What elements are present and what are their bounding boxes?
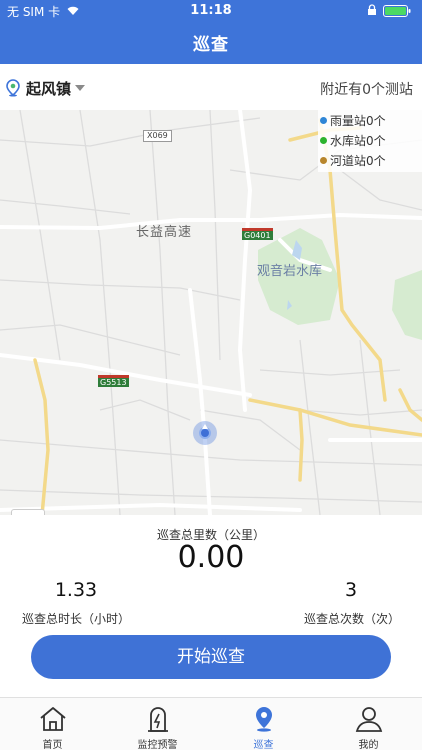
reservoir-label: 观音岩水库 [257,264,323,279]
reservoir-station-dot [320,137,327,144]
patrol-stats: 巡查总里数（公里） 0.00 1.33 巡查总时长（小时） 3 巡查总次数（次）… [0,515,422,697]
alert-monitor-icon [148,707,168,732]
patrol-location-icon [256,707,272,732]
tab-patrol[interactable]: 巡查 [211,698,316,750]
road-x069-label: X069 [143,130,172,142]
map-view[interactable]: 雨量站0个 水库站0个 河道站0个 X069 长益高速 G0401 观音岩水库 … [0,110,422,515]
road-g5513-shield: G5513 [98,375,129,387]
home-icon [40,707,66,731]
chevron-down-icon[interactable] [75,85,85,91]
nearby-stations-text: 附近有0个测站 [320,82,413,98]
location-pin-icon [6,79,20,97]
legend-river: 河道站0个 [320,152,386,169]
rain-station-dot [320,117,327,124]
duration-value: 1.33 [54,579,98,601]
tab-home-label: 首页 [42,740,63,750]
status-bar: 无 SIM 卡 11:18 [0,0,422,22]
start-patrol-button[interactable]: 开始巡查 [31,635,391,679]
page-title: 巡查 [193,35,229,55]
station-legend: 雨量站0个 水库站0个 河道站0个 [318,110,422,172]
battery-icon [383,5,411,17]
legend-reservoir: 水库站0个 [320,132,386,149]
town-selector[interactable]: 起风镇 [26,78,71,99]
tab-home[interactable]: 首页 [0,698,105,750]
count-value: 3 [344,579,358,601]
tab-mine[interactable]: 我的 [316,698,421,750]
tab-bar: 首页 监控预警 巡查 我的 [0,697,422,750]
status-time: 11:18 [190,3,232,18]
road-g0401-shield: G0401 [242,228,273,240]
river-station-dot [320,157,327,164]
rotation-lock-icon [368,4,376,15]
expressway-label: 长益高速 [136,225,193,240]
distance-value: 0.00 [177,540,245,575]
duration-label: 巡查总时长（小时） [21,612,130,626]
current-location-marker [193,421,217,445]
location-row: 起风镇 附近有0个测站 [0,66,422,110]
user-icon [355,707,383,732]
heading-arrow-icon [202,424,208,429]
tab-mine-label: 我的 [358,740,379,750]
top-bar: 无 SIM 卡 11:18 巡查 [0,0,422,64]
count-label: 巡查总次数（次） [303,612,400,626]
tab-patrol-label: 巡查 [253,740,274,750]
legend-rain: 雨量站0个 [320,112,386,129]
tab-monitor[interactable]: 监控预警 [105,698,210,750]
tab-monitor-label: 监控预警 [137,740,178,750]
